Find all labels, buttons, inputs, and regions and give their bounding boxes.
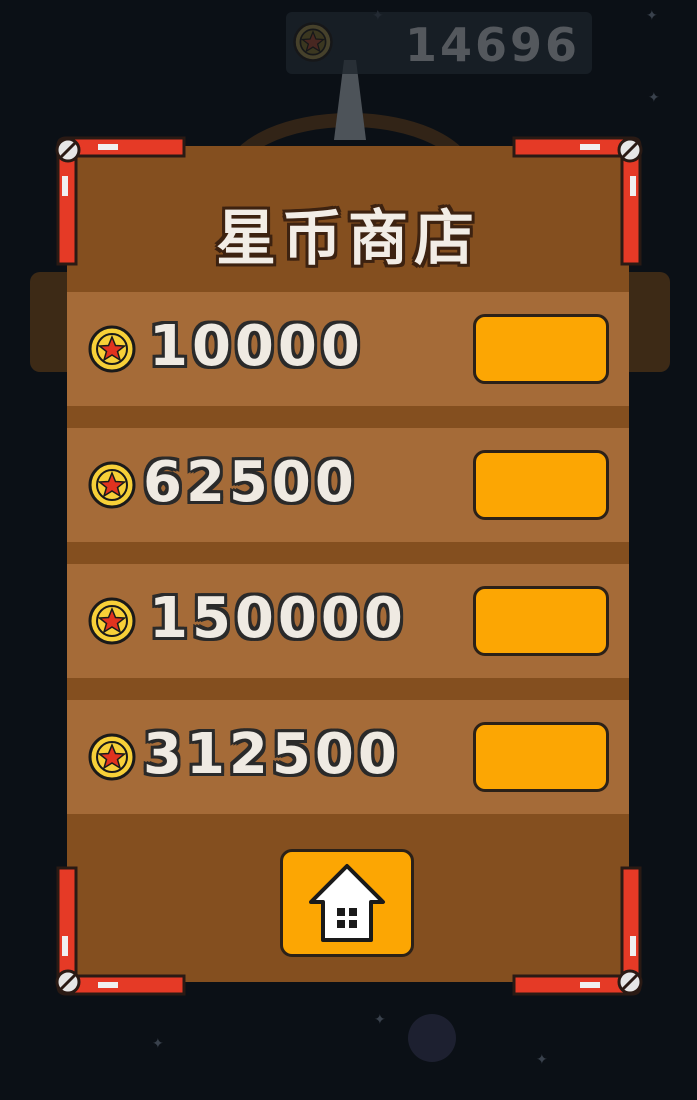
frame-corner-top-right: [512, 136, 643, 266]
frame-corner-bottom-left: [55, 866, 186, 996]
buy-button[interactable]: [473, 450, 609, 520]
frame-corner-bottom-right: [512, 866, 643, 996]
star-coin-icon: [293, 22, 333, 62]
home-button[interactable]: [280, 849, 414, 957]
star-coin-icon: [88, 733, 136, 781]
shop-item-row: 62500: [67, 428, 629, 542]
shop-item-row: 312500: [67, 700, 629, 814]
item-price: 62500: [143, 450, 358, 515]
background-star: ✦: [646, 8, 658, 24]
game-screen: ✦ ✦ ✦ ✦ ✦ ✦ 14696 星币商店 10000: [0, 0, 697, 1100]
background-star: ✦: [536, 1052, 548, 1068]
buy-button[interactable]: [473, 722, 609, 792]
background-star: ✦: [374, 1012, 386, 1028]
item-price: 312500: [143, 722, 401, 787]
frame-corner-top-left: [55, 136, 186, 266]
shop-item-row: 150000: [67, 564, 629, 678]
coin-balance-bar: 14696: [286, 12, 592, 74]
item-price: 10000: [149, 314, 364, 379]
buy-button[interactable]: [473, 586, 609, 656]
shop-item-row: 10000: [67, 292, 629, 406]
background-star: ✦: [152, 1036, 164, 1052]
star-coin-icon: [88, 597, 136, 645]
star-coin-icon: [88, 461, 136, 509]
item-price: 150000: [149, 586, 407, 651]
buy-button[interactable]: [473, 314, 609, 384]
background-star: ✦: [648, 90, 660, 106]
star-coin-icon: [88, 325, 136, 373]
background-planet: [408, 1014, 456, 1062]
coin-balance-value: 14696: [404, 18, 580, 72]
home-icon: [309, 864, 385, 942]
